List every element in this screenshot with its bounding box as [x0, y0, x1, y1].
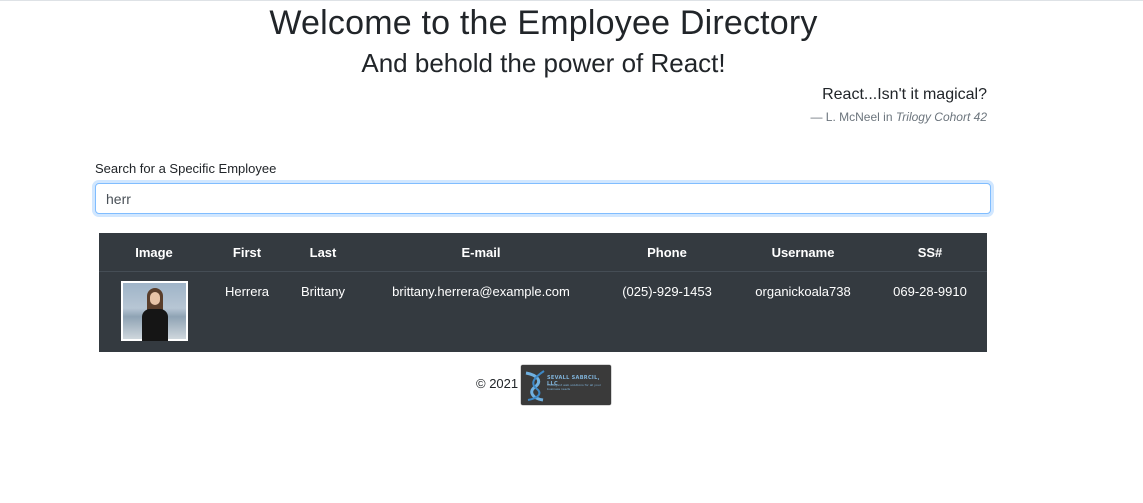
- table-row: Herrera Brittany brittany.herrera@exampl…: [99, 272, 987, 353]
- cell-last: Brittany: [300, 284, 346, 299]
- column-header-last[interactable]: Last: [285, 233, 361, 272]
- cell-image: [99, 272, 209, 353]
- cell-phone: (025)-929-1453: [622, 284, 712, 299]
- column-header-image[interactable]: Image: [99, 233, 209, 272]
- cell-username: organickoala738: [755, 284, 851, 299]
- quote-source: Trilogy Cohort 42: [895, 110, 987, 124]
- employee-table: Image First Last E-mail Phone Username S…: [99, 233, 987, 352]
- column-header-username[interactable]: Username: [733, 233, 873, 272]
- logo-tagline: Intelligent web solutions for all your b…: [547, 383, 601, 391]
- column-header-ssn[interactable]: SS#: [873, 233, 987, 272]
- search-input[interactable]: [95, 183, 991, 214]
- table-header-row: Image First Last E-mail Phone Username S…: [99, 233, 987, 272]
- top-divider: [0, 0, 1143, 1]
- column-header-first[interactable]: First: [209, 233, 285, 272]
- footer-copyright: © 2021: [476, 376, 519, 391]
- column-header-email[interactable]: E-mail: [361, 233, 601, 272]
- search-label: Search for a Specific Employee: [95, 161, 277, 176]
- cell-email: brittany.herrera@example.com: [392, 284, 570, 299]
- blockquote-text: React...Isn't it magical?: [822, 86, 987, 103]
- page-title: Welcome to the Employee Directory: [269, 4, 818, 42]
- cell-ssn: 069-28-9910: [893, 284, 967, 299]
- logo-swirl-icon: [525, 370, 545, 402]
- blockquote-footer: — L. McNeel in Trilogy Cohort 42: [810, 110, 987, 124]
- employee-photo: [120, 281, 188, 341]
- page-subtitle: And behold the power of React!: [361, 48, 726, 78]
- cell-first: Herrera: [224, 284, 270, 299]
- column-header-phone[interactable]: Phone: [601, 233, 733, 272]
- quote-author: — L. McNeel in: [810, 110, 893, 124]
- company-logo: SEVALL SABRCIL, LLC Intelligent web solu…: [521, 365, 611, 405]
